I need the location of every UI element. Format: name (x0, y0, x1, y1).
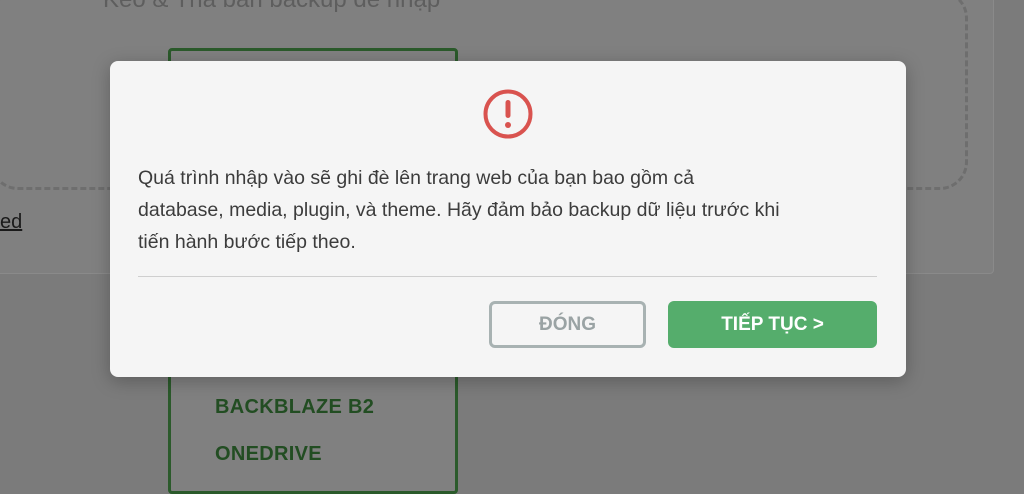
close-button[interactable]: ĐÓNG (489, 301, 646, 348)
dialog-divider (138, 276, 877, 277)
continue-button[interactable]: TIẾP TỤC > (668, 301, 877, 348)
warning-message: Quá trình nhập vào sẽ ghi đè lên trang w… (138, 162, 868, 258)
exclamation-circle-icon (483, 89, 533, 139)
warning-message-line: tiến hành bước tiếp theo. (138, 231, 356, 253)
warning-message-line: Quá trình nhập vào sẽ ghi đè lên trang w… (138, 167, 695, 189)
service-onedrive[interactable]: ONEDRIVE (215, 443, 322, 466)
background-link[interactable]: ed (0, 211, 22, 234)
warning-message-line: database, media, plugin, và theme. Hãy đ… (138, 199, 780, 221)
import-warning-dialog: Quá trình nhập vào sẽ ghi đè lên trang w… (110, 61, 906, 377)
service-backblaze-b2[interactable]: BACKBLAZE B2 (215, 396, 374, 419)
